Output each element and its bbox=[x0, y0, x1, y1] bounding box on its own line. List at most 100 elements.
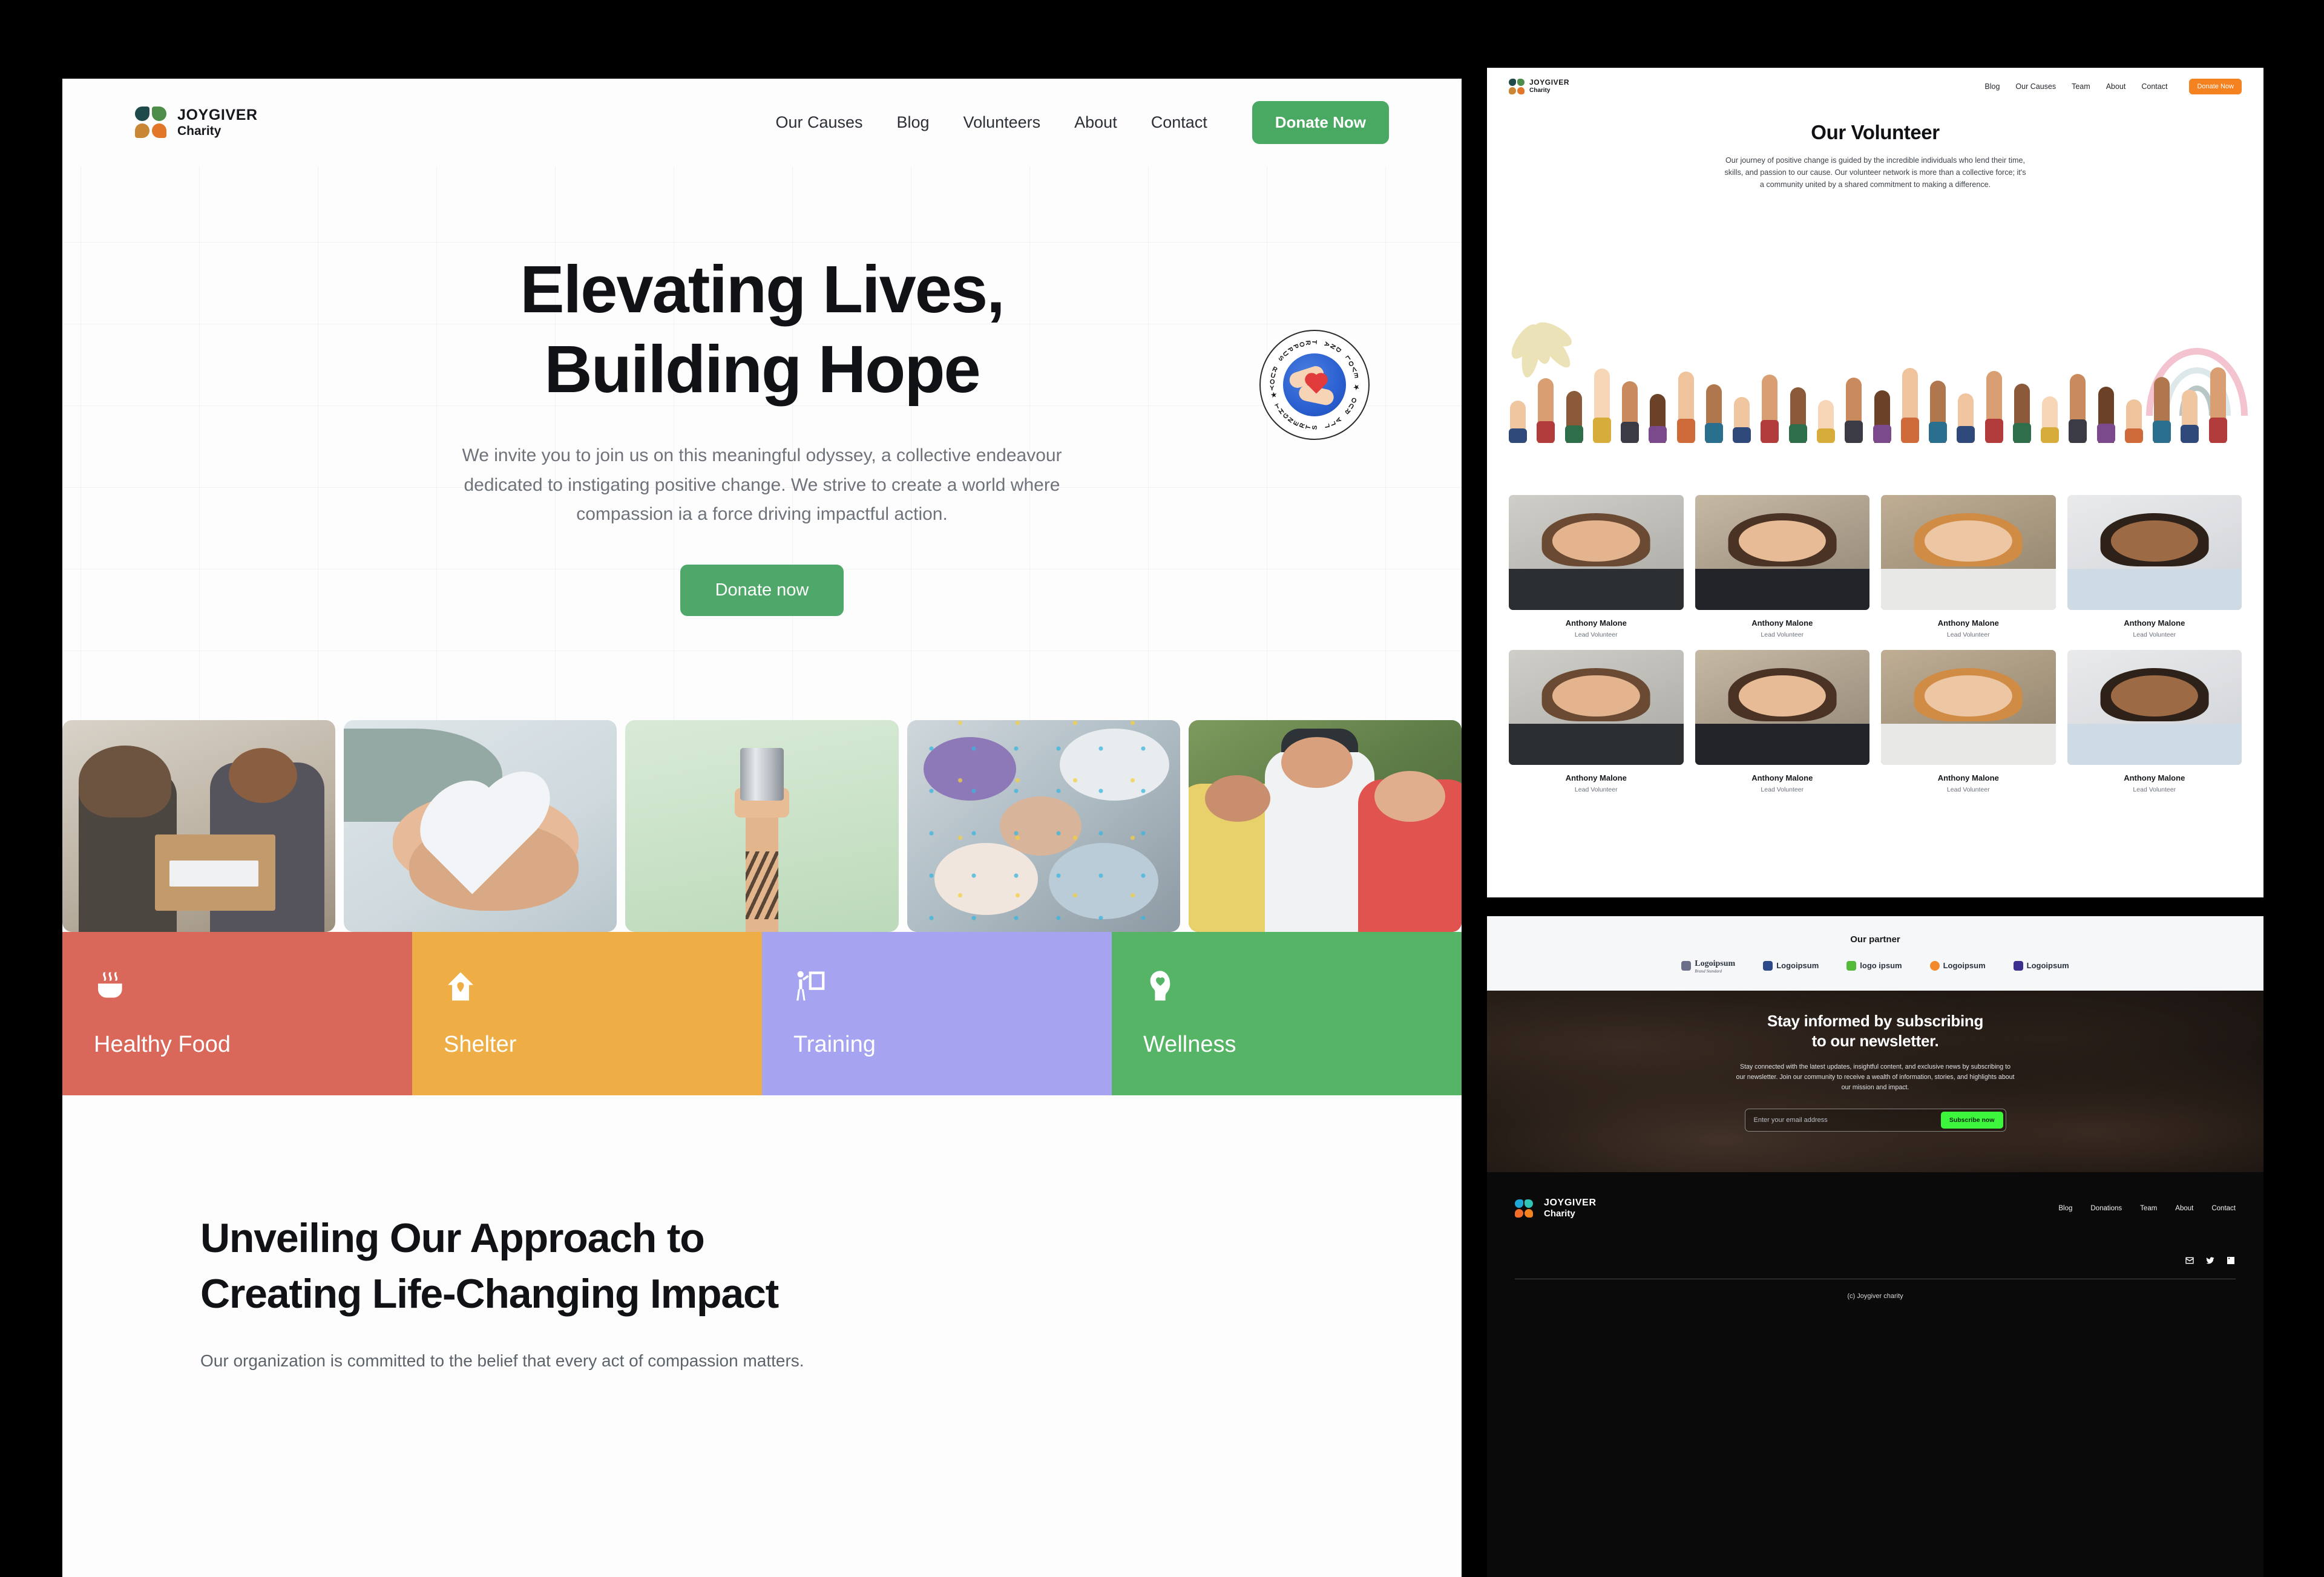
cause-label-wellness: Wellness bbox=[1143, 1032, 1236, 1057]
email-input[interactable] bbox=[1753, 1116, 1941, 1124]
brand-line-1: JOYGIVER bbox=[177, 107, 258, 124]
cause-tile-healthy-food[interactable]: Healthy Food bbox=[62, 932, 412, 1095]
volunteer-card-grid: Anthony Malone Lead Volunteer Anthony Malo… bbox=[1509, 495, 2242, 793]
approach-section: Unveiling Our Approach to Creating Life-… bbox=[62, 1095, 1462, 1375]
volunteer-portrait bbox=[1881, 495, 2056, 610]
hero-title: Elevating Lives, Building Hope bbox=[62, 250, 1462, 410]
brand-logo-volunteer[interactable]: JOYGIVER Charity bbox=[1509, 79, 1569, 94]
joygiver-petal-logo-icon bbox=[1509, 79, 1525, 94]
home-navbar: JOYGIVER Charity Our Causes Blog Volunte… bbox=[62, 79, 1462, 166]
seal-globe-hands-icon bbox=[1283, 353, 1346, 416]
volunteer-role: Lead Volunteer bbox=[1574, 786, 1618, 793]
volunteer-card[interactable]: Anthony Malone Lead Volunteer bbox=[2067, 650, 2242, 793]
volunteer-page-panel: JOYGIVER Charity Blog Our Causes Team Ab… bbox=[1487, 68, 2263, 897]
volunteer-portrait bbox=[1695, 495, 1869, 610]
volunteer-portrait bbox=[2067, 495, 2242, 610]
nav-item-contact[interactable]: Contact bbox=[2141, 82, 2167, 91]
raised-hands-photo bbox=[1487, 340, 2263, 443]
circle-stack-icon bbox=[1681, 961, 1692, 971]
newsletter-form: Subscribe now bbox=[1744, 1108, 2006, 1132]
volunteer-name: Anthony Malone bbox=[1565, 618, 1627, 628]
partner-logo[interactable]: Logoipsum bbox=[2013, 960, 2069, 971]
gallery-image-friends-circle bbox=[907, 720, 1180, 932]
linkedin-icon[interactable] bbox=[2226, 1256, 2236, 1265]
cause-tile-wellness[interactable]: Wellness bbox=[1112, 932, 1462, 1095]
presenter-icon bbox=[796, 971, 825, 1001]
screenshot-canvas: JOYGIVER Charity Our Causes Blog Volunte… bbox=[0, 0, 2324, 1577]
nav-item-blog[interactable]: Blog bbox=[1984, 82, 2000, 91]
volunteer-role: Lead Volunteer bbox=[1946, 786, 1990, 793]
brand-line-1: JOYGIVER bbox=[1529, 78, 1570, 87]
volunteer-intro-text: Our journey of positive change is guided… bbox=[1724, 156, 2026, 189]
nav-item-contact[interactable]: Contact bbox=[1151, 113, 1207, 132]
site-footer: JOYGIVER Charity Blog Donations Team Abo… bbox=[1487, 1172, 2263, 1448]
nav-item-volunteers[interactable]: Volunteers bbox=[963, 113, 1041, 132]
approach-heading-line-1: Unveiling Our Approach to bbox=[200, 1215, 705, 1261]
newsletter-body-text: Stay connected with the latest updates, … bbox=[1736, 1063, 2015, 1091]
partner-name: Logoipsum bbox=[2026, 961, 2069, 970]
subscribe-now-button[interactable]: Subscribe now bbox=[1940, 1111, 2003, 1129]
brand-logo[interactable]: JOYGIVER Charity bbox=[135, 107, 258, 139]
volunteer-role: Lead Volunteer bbox=[1761, 786, 1804, 793]
newsletter-section: Stay informed by subscribing to our news… bbox=[1487, 991, 2263, 1172]
partner-name: logo ipsum bbox=[1860, 961, 1902, 970]
volunteer-card[interactable]: Anthony Malone Lead Volunteer bbox=[1695, 495, 1869, 638]
partner-newsletter-footer-panel: Our partner Logoipsum Brand Standard Logoi… bbox=[1487, 916, 2263, 1577]
partner-logo[interactable]: Logoipsum bbox=[1929, 960, 1986, 971]
footer-link-blog[interactable]: Blog bbox=[2058, 1205, 2072, 1212]
volunteer-card[interactable]: Anthony Malone Lead Volunteer bbox=[1509, 495, 1684, 638]
bowl-steam-icon bbox=[98, 972, 122, 998]
partners-section: Our partner Logoipsum Brand Standard Logoi… bbox=[1487, 916, 2263, 991]
nav-item-team[interactable]: Team bbox=[2072, 82, 2090, 91]
cause-label-training: Training bbox=[793, 1032, 876, 1057]
house-icon bbox=[448, 972, 473, 1001]
footer-link-contact[interactable]: Contact bbox=[2211, 1205, 2236, 1212]
head-heart-icon bbox=[1150, 971, 1170, 1001]
gallery-image-hand-can bbox=[625, 720, 899, 932]
joygiver-petal-logo-icon bbox=[1515, 1199, 1533, 1218]
partner-logo[interactable]: Logoipsum Brand Standard bbox=[1681, 958, 1735, 974]
volunteer-role: Lead Volunteer bbox=[1761, 631, 1804, 638]
twitter-icon[interactable] bbox=[2205, 1256, 2215, 1265]
nav-item-about[interactable]: About bbox=[1074, 113, 1117, 132]
brand-wordmark: JOYGIVER Charity bbox=[177, 107, 258, 139]
donate-now-button[interactable]: Donate Now bbox=[2189, 79, 2242, 94]
cause-label-shelter: Shelter bbox=[444, 1032, 517, 1057]
footer-brand-logo[interactable]: JOYGIVER Charity bbox=[1515, 1198, 1597, 1219]
footer-social-links bbox=[1515, 1256, 2236, 1265]
volunteer-navbar: JOYGIVER Charity Blog Our Causes Team Ab… bbox=[1487, 68, 2263, 105]
brand-line-1: JOYGIVER bbox=[1544, 1198, 1597, 1208]
newsletter-title-line-2: to our newsletter. bbox=[1811, 1031, 1939, 1050]
hex-shield-icon bbox=[2013, 961, 2023, 971]
volunteer-card[interactable]: Anthony Malone Lead Volunteer bbox=[1881, 495, 2056, 638]
nav-item-blog[interactable]: Blog bbox=[897, 113, 930, 132]
footer-link-team[interactable]: Team bbox=[2140, 1205, 2157, 1212]
cause-tile-training[interactable]: Training bbox=[762, 932, 1112, 1095]
volunteer-portrait bbox=[1509, 650, 1684, 765]
home-page-panel: JOYGIVER Charity Our Causes Blog Volunte… bbox=[62, 79, 1462, 1577]
hero-image-gallery bbox=[62, 720, 1462, 932]
home-nav-links: Our Causes Blog Volunteers About Contact… bbox=[775, 101, 1389, 144]
footer-link-donations[interactable]: Donations bbox=[2090, 1205, 2122, 1212]
cause-tile-shelter[interactable]: Shelter bbox=[412, 932, 762, 1095]
footer-link-about[interactable]: About bbox=[2175, 1205, 2193, 1212]
cause-label-healthy-food: Healthy Food bbox=[94, 1032, 231, 1057]
volunteer-name: Anthony Malone bbox=[1751, 773, 1813, 782]
donate-now-button[interactable]: Donate Now bbox=[1252, 101, 1389, 144]
gallery-image-donation-box bbox=[62, 720, 336, 932]
email-icon[interactable] bbox=[2185, 1256, 2194, 1265]
partner-logo[interactable]: Logoipsum bbox=[1763, 960, 1819, 971]
brand-line-2: Charity bbox=[1544, 1208, 1575, 1219]
nav-item-about[interactable]: About bbox=[2106, 82, 2126, 91]
volunteer-name: Anthony Malone bbox=[2124, 618, 2185, 628]
volunteer-card[interactable]: Anthony Malone Lead Volunteer bbox=[2067, 495, 2242, 638]
bear-shield-icon bbox=[1846, 961, 1857, 971]
volunteer-card[interactable]: Anthony Malone Lead Volunteer bbox=[1881, 650, 2056, 793]
nav-item-our-causes[interactable]: Our Causes bbox=[2015, 82, 2056, 91]
hero-donate-now-button[interactable]: Donate now bbox=[680, 564, 844, 616]
nav-item-our-causes[interactable]: Our Causes bbox=[775, 113, 862, 132]
approach-heading: Unveiling Our Approach to Creating Life-… bbox=[200, 1210, 1324, 1322]
partner-logo[interactable]: logo ipsum bbox=[1846, 960, 1902, 971]
volunteer-card[interactable]: Anthony Malone Lead Volunteer bbox=[1695, 650, 1869, 793]
volunteer-card[interactable]: Anthony Malone Lead Volunteer bbox=[1509, 650, 1684, 793]
